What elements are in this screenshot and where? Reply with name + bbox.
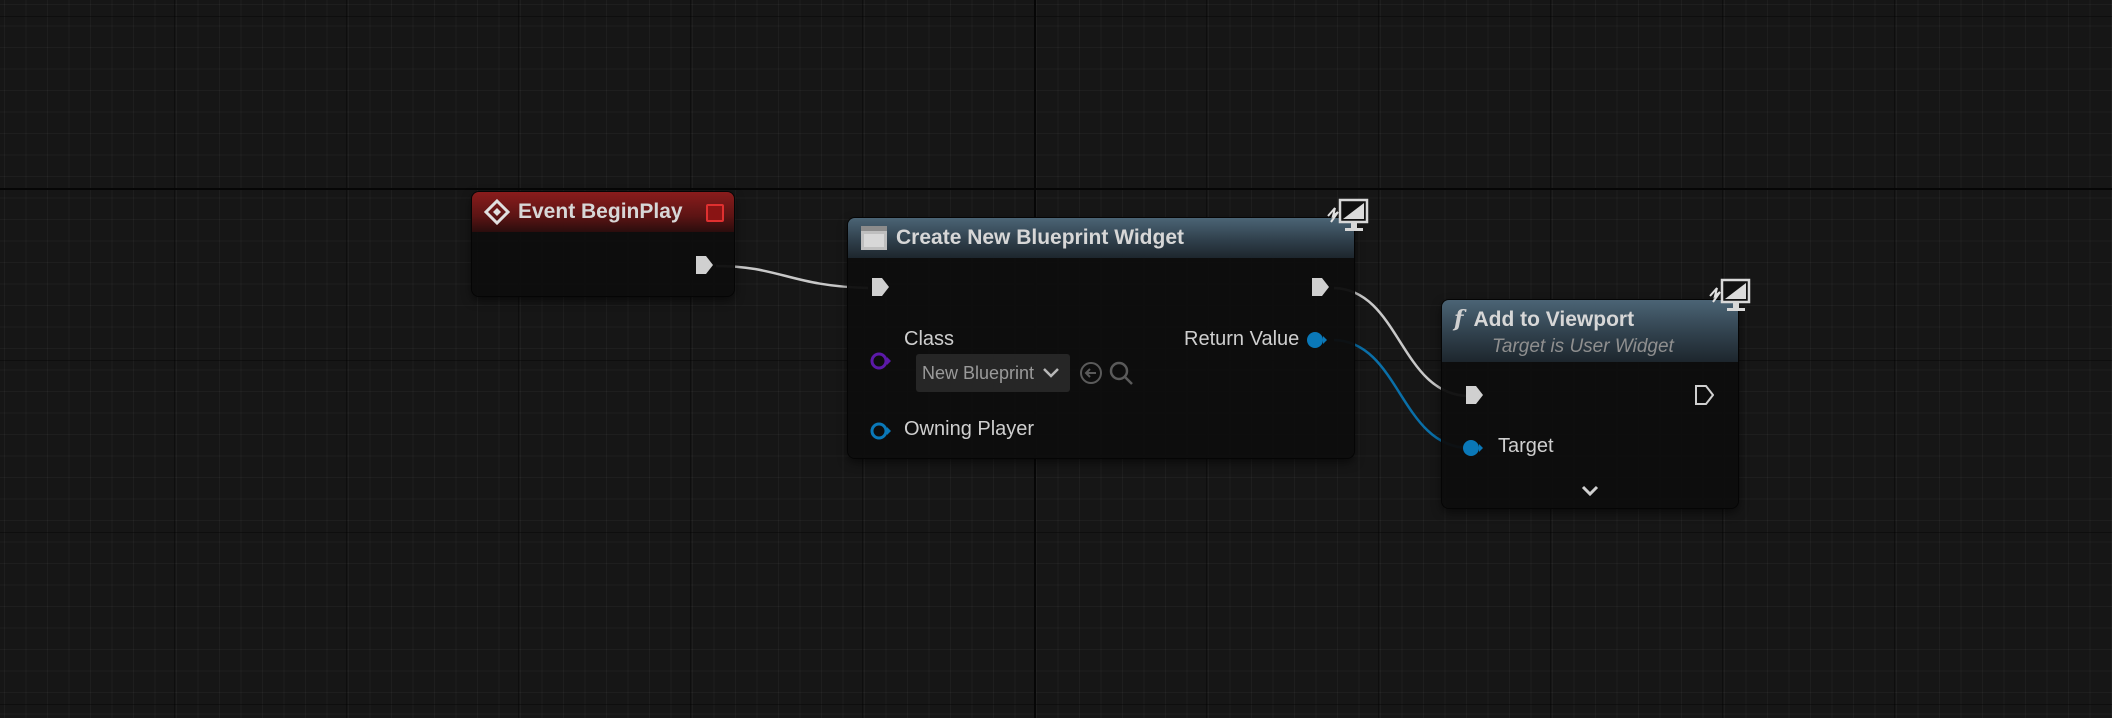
monitor-lightning-icon <box>1327 198 1369 231</box>
add-to-viewport-node[interactable]: f Add to Viewport Target is User Widget … <box>1442 278 1751 508</box>
exec-output-pin-icon[interactable] <box>694 254 714 276</box>
event-beginplay-title: Event BeginPlay <box>518 200 683 223</box>
create-widget-title: Create New Blueprint Widget <box>896 226 1185 249</box>
breakpoint-indicator-icon[interactable] <box>706 204 724 222</box>
graph-origin-axis-horizontal <box>0 188 2112 190</box>
grid-line <box>0 532 2112 533</box>
grid-line <box>0 704 2112 705</box>
create-widget-header[interactable]: Create New Blueprint Widget <box>848 218 1354 258</box>
class-dropdown-value: New Blueprint <box>922 362 1035 383</box>
return-value-pin-icon[interactable] <box>1306 331 1328 349</box>
chevron-down-icon <box>1043 368 1059 378</box>
owning-player-label: Owning Player <box>904 418 1035 440</box>
event-beginplay-node[interactable]: Event BeginPlay <box>472 192 734 296</box>
event-diamond-icon <box>484 199 510 225</box>
target-label: Target <box>1498 435 1554 457</box>
add-to-viewport-subtitle: Target is User Widget <box>1492 336 1674 357</box>
grid-line <box>1378 0 1379 718</box>
exec-input-pin-icon[interactable] <box>870 276 890 298</box>
browse-arrow-icon[interactable] <box>1078 360 1104 386</box>
exec-output-pin-icon[interactable] <box>1310 276 1330 298</box>
grid-line <box>518 0 519 718</box>
add-to-viewport-title: Add to Viewport <box>1473 308 1635 331</box>
class-pin-icon[interactable] <box>870 352 892 370</box>
monitor-lightning-icon <box>1709 278 1751 311</box>
owning-player-pin-icon[interactable] <box>870 422 892 440</box>
grid-line <box>346 0 347 718</box>
class-pin-label: Class <box>904 328 955 350</box>
exec-input-pin-icon[interactable] <box>1464 384 1484 406</box>
return-value-label: Return Value <box>1184 328 1300 350</box>
search-icon[interactable] <box>1108 360 1134 386</box>
target-pin-icon[interactable] <box>1462 439 1484 457</box>
grid-line <box>174 0 175 718</box>
grid-line <box>0 16 2112 17</box>
grid-line <box>690 0 691 718</box>
grid-line <box>1894 0 1895 718</box>
create-widget-node[interactable]: Create New Blueprint Widget Class New Bl… <box>848 198 1369 458</box>
class-dropdown[interactable]: New Blueprint <box>916 354 1070 392</box>
widget-icon <box>861 226 887 250</box>
function-f-icon: f <box>1454 306 1464 332</box>
exec-wire-beginplay-to-create[interactable] <box>715 264 869 290</box>
chevron-down-icon[interactable] <box>1580 484 1600 498</box>
event-beginplay-header[interactable]: Event BeginPlay <box>472 192 734 232</box>
exec-output-pin-icon[interactable] <box>1694 384 1714 406</box>
